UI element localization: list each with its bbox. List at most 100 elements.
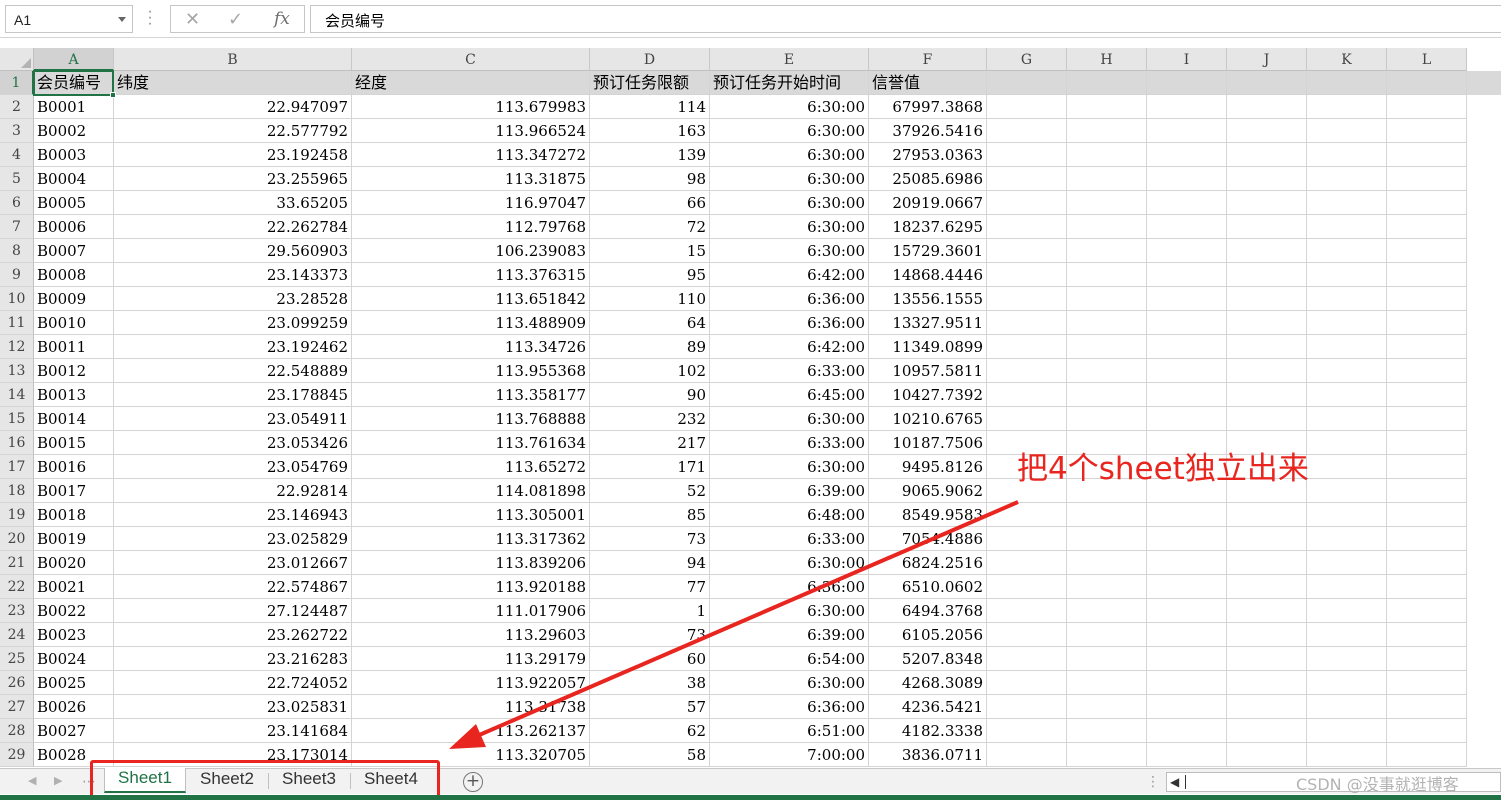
sheet-tab-sheet3[interactable]: Sheet3 — [270, 769, 348, 793]
scroll-tabs-right-icon[interactable]: ▶ — [54, 774, 62, 787]
cell-g[interactable] — [987, 215, 1067, 239]
row-header[interactable]: 9 — [0, 263, 34, 287]
row-header[interactable]: 14 — [0, 383, 34, 407]
cell-a[interactable]: B0027 — [34, 719, 114, 743]
cell-d[interactable]: 85 — [590, 503, 710, 527]
cell-i[interactable] — [1147, 743, 1227, 767]
sheet-tab-sheet4[interactable]: Sheet4 — [352, 769, 430, 793]
cell-c[interactable]: 113.34726 — [352, 335, 590, 359]
cell-j[interactable] — [1227, 551, 1307, 575]
cell-l[interactable] — [1387, 719, 1467, 743]
cell-f[interactable]: 7054.4886 — [869, 527, 987, 551]
cell-i[interactable] — [1147, 671, 1227, 695]
cell-c[interactable]: 112.79768 — [352, 215, 590, 239]
cell-k[interactable] — [1307, 671, 1387, 695]
cell-k[interactable] — [1307, 287, 1387, 311]
cell-h[interactable] — [1067, 599, 1147, 623]
cell-l[interactable] — [1387, 383, 1467, 407]
cell-g[interactable] — [987, 263, 1067, 287]
row-header[interactable]: 23 — [0, 599, 34, 623]
cell-g[interactable] — [987, 119, 1067, 143]
cell-d[interactable]: 95 — [590, 263, 710, 287]
cell-b[interactable]: 23.216283 — [114, 647, 352, 671]
cell-k[interactable] — [1307, 239, 1387, 263]
cell-k[interactable] — [1307, 359, 1387, 383]
cell-d[interactable]: 110 — [590, 287, 710, 311]
cell-j[interactable] — [1227, 503, 1307, 527]
cell-h[interactable] — [1067, 551, 1147, 575]
cell-d[interactable]: 15 — [590, 239, 710, 263]
row-header[interactable]: 28 — [0, 719, 34, 743]
cell-f[interactable]: 37926.5416 — [869, 119, 987, 143]
name-box[interactable]: A1 — [5, 5, 133, 33]
cell-k[interactable] — [1307, 383, 1387, 407]
cell-c[interactable]: 113.347272 — [352, 143, 590, 167]
cell-e[interactable]: 6:30:00 — [710, 143, 869, 167]
row-header[interactable]: 21 — [0, 551, 34, 575]
cell-k[interactable] — [1307, 551, 1387, 575]
column-header-l[interactable]: L — [1387, 48, 1467, 71]
header-cell-j[interactable] — [1227, 71, 1307, 95]
cell-h[interactable] — [1067, 143, 1147, 167]
cell-l[interactable] — [1387, 143, 1467, 167]
cell-c[interactable]: 113.65272 — [352, 455, 590, 479]
cell-d[interactable]: 64 — [590, 311, 710, 335]
cell-l[interactable] — [1387, 575, 1467, 599]
column-header-c[interactable]: C — [352, 48, 590, 71]
cell-k[interactable] — [1307, 743, 1387, 767]
close-icon[interactable]: ✕ — [185, 9, 200, 30]
row-header[interactable]: 5 — [0, 167, 34, 191]
cell-c[interactable]: 113.920188 — [352, 575, 590, 599]
cell-l[interactable] — [1387, 287, 1467, 311]
cell-a[interactable]: B0011 — [34, 335, 114, 359]
row-header[interactable]: 25 — [0, 647, 34, 671]
cell-g[interactable] — [987, 383, 1067, 407]
cell-h[interactable] — [1067, 335, 1147, 359]
column-header-i[interactable]: I — [1147, 48, 1227, 71]
row-header[interactable]: 24 — [0, 623, 34, 647]
cell-g[interactable] — [987, 671, 1067, 695]
scrollbar-thumb[interactable] — [1185, 775, 1305, 789]
cell-h[interactable] — [1067, 719, 1147, 743]
cell-b[interactable]: 23.28528 — [114, 287, 352, 311]
cell-e[interactable]: 6:39:00 — [710, 479, 869, 503]
cell-k[interactable] — [1307, 191, 1387, 215]
cell-e[interactable]: 6:30:00 — [710, 167, 869, 191]
cell-g[interactable] — [987, 719, 1067, 743]
cell-a[interactable]: B0008 — [34, 263, 114, 287]
cell-b[interactable]: 23.192462 — [114, 335, 352, 359]
row-header[interactable]: 26 — [0, 671, 34, 695]
row-header[interactable]: 16 — [0, 431, 34, 455]
column-header-k[interactable]: K — [1307, 48, 1387, 71]
cell-e[interactable]: 6:36:00 — [710, 575, 869, 599]
cell-k[interactable] — [1307, 335, 1387, 359]
cell-i[interactable] — [1147, 695, 1227, 719]
cell-g[interactable] — [987, 143, 1067, 167]
cell-i[interactable] — [1147, 527, 1227, 551]
cell-e[interactable]: 6:33:00 — [710, 527, 869, 551]
cell-j[interactable] — [1227, 743, 1307, 767]
cell-d[interactable]: 73 — [590, 527, 710, 551]
cell-k[interactable] — [1307, 623, 1387, 647]
cell-i[interactable] — [1147, 407, 1227, 431]
cell-e[interactable]: 6:36:00 — [710, 695, 869, 719]
cell-f[interactable]: 6105.2056 — [869, 623, 987, 647]
cell-g[interactable] — [987, 503, 1067, 527]
cell-e[interactable]: 6:45:00 — [710, 383, 869, 407]
cell-h[interactable] — [1067, 527, 1147, 551]
cell-i[interactable] — [1147, 575, 1227, 599]
cell-b[interactable]: 23.255965 — [114, 167, 352, 191]
row-header[interactable]: 22 — [0, 575, 34, 599]
cell-c[interactable]: 113.679983 — [352, 95, 590, 119]
cell-f[interactable]: 6510.0602 — [869, 575, 987, 599]
cell-c[interactable]: 113.768888 — [352, 407, 590, 431]
cell-f[interactable]: 14868.4446 — [869, 263, 987, 287]
cell-b[interactable]: 23.146943 — [114, 503, 352, 527]
cell-k[interactable] — [1307, 431, 1387, 455]
cell-c[interactable]: 113.376315 — [352, 263, 590, 287]
cell-h[interactable] — [1067, 215, 1147, 239]
plus-circle-icon[interactable]: + — [463, 772, 483, 792]
cell-l[interactable] — [1387, 95, 1467, 119]
cell-a[interactable]: B0017 — [34, 479, 114, 503]
cell-l[interactable] — [1387, 263, 1467, 287]
